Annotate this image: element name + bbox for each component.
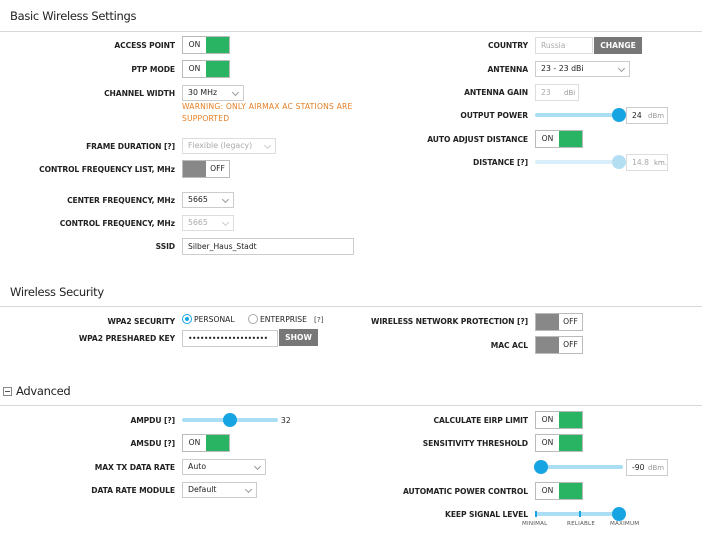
distance-slider-knob <box>612 155 626 169</box>
chevron-down-icon <box>263 141 272 150</box>
distance-unit: km. <box>654 159 668 167</box>
keep-signal-tick-label-minimal: MINIMAL <box>522 521 548 527</box>
personal-radio-label: PERSONAL <box>194 315 235 324</box>
keep-signal-tick-label-reliable: RELIABLE <box>567 521 596 527</box>
keep-signal-tick-reliable <box>579 511 581 517</box>
automatic-power-control-label: AUTOMATIC POWER CONTROL <box>403 487 528 496</box>
keep-signal-level-label: KEEP SIGNAL LEVEL <box>445 510 528 519</box>
control-frequency-select[interactable]: 5665 <box>182 215 234 231</box>
wpa2-security-label: WPA2 SECURITY <box>107 317 176 326</box>
output-power-slider-knob[interactable] <box>612 108 626 122</box>
show-psk-button[interactable]: SHOW <box>279 329 318 346</box>
country-input: Russia <box>535 37 593 54</box>
antenna-gain-unit: dBi <box>564 89 576 97</box>
max-tx-data-rate-label: MAX TX DATA RATE <box>94 463 175 472</box>
calculate-eirp-limit-label: CALCULATE EIRP LIMIT <box>433 416 529 425</box>
mac-acl-toggle[interactable]: OFF <box>535 336 583 354</box>
section-divider <box>0 306 702 307</box>
output-power-slider-track[interactable] <box>535 113 619 117</box>
output-power-label: OUTPUT POWER <box>460 111 528 120</box>
enterprise-radio[interactable] <box>248 314 258 324</box>
section-divider <box>0 405 702 406</box>
psk-input[interactable]: •••••••••••••••••••• <box>182 330 278 347</box>
country-label: COUNTRY <box>488 41 528 50</box>
section-divider <box>0 31 702 32</box>
ampdu-label: AMPDU [?] <box>130 416 175 425</box>
access-point-toggle[interactable]: ON <box>182 36 230 54</box>
distance-label: DISTANCE [?] <box>473 158 528 167</box>
frame-duration-select[interactable]: Flexible (legacy) <box>182 138 276 154</box>
antenna-label: ANTENNA <box>487 65 529 74</box>
channel-width-label: CHANNEL WIDTH <box>104 89 175 98</box>
personal-radio[interactable] <box>182 314 192 324</box>
chevron-down-icon <box>617 64 626 73</box>
center-frequency-select[interactable]: 5665 <box>182 192 234 208</box>
ptp-mode-label: PTP MODE <box>131 65 175 74</box>
sensitivity-threshold-toggle[interactable]: ON <box>535 434 583 452</box>
calculate-eirp-limit-toggle[interactable]: ON <box>535 411 583 429</box>
advanced-title[interactable]: Advanced <box>16 384 71 398</box>
enterprise-radio-label: ENTERPRISE <box>260 315 307 324</box>
keep-signal-tick-label-maximum: MAXIMUM <box>610 521 640 527</box>
change-country-button[interactable]: CHANGE <box>594 37 642 54</box>
control-frequency-list-toggle[interactable]: OFF <box>182 160 230 178</box>
ampdu-value: 32 <box>281 416 291 425</box>
sensitivity-threshold-label: SENSITIVITY THRESHOLD <box>422 439 528 448</box>
ssid-input[interactable]: Silber_Haus_Stadt <box>182 238 354 255</box>
chevron-down-icon <box>244 485 253 494</box>
basic-wireless-settings-title: Basic Wireless Settings <box>10 9 137 23</box>
center-frequency-label: CENTER FREQUENCY, MHz <box>67 196 175 205</box>
collapse-icon[interactable] <box>3 387 12 396</box>
auto-adjust-distance-toggle[interactable]: ON <box>535 130 583 148</box>
auto-adjust-distance-label: AUTO ADJUST DISTANCE <box>427 135 528 144</box>
sensitivity-slider-track[interactable] <box>541 465 623 469</box>
control-frequency-label: CONTROL FREQUENCY, MHz <box>59 219 175 228</box>
channel-width-select[interactable]: 30 MHz <box>182 85 244 101</box>
ssid-label: SSID <box>155 242 175 251</box>
channel-width-warning: WARNING: ONLY AIRMAX AC STATIONS ARE SUP… <box>182 102 353 123</box>
access-point-label: ACCESS POINT <box>114 41 175 50</box>
keep-signal-slider-track[interactable] <box>535 512 619 516</box>
control-frequency-list-label: CONTROL FREQUENCY LIST, MHz <box>39 165 175 174</box>
data-rate-module-select[interactable]: Default <box>182 482 257 498</box>
amsdu-toggle[interactable]: ON <box>182 434 230 452</box>
keep-signal-tick-minimal <box>535 511 537 517</box>
psk-label: WPA2 PRESHARED KEY <box>78 334 175 343</box>
amsdu-label: AMSDU [?] <box>130 439 176 448</box>
chevron-down-icon <box>221 218 230 227</box>
max-tx-data-rate-select[interactable]: Auto <box>182 459 266 475</box>
wireless-network-protection-label: WIRELESS NETWORK PROTECTION [?] <box>371 317 528 326</box>
ampdu-slider-knob[interactable] <box>223 413 237 427</box>
mac-acl-label: MAC ACL <box>490 341 528 350</box>
chevron-down-icon <box>253 462 262 471</box>
wireless-network-protection-toggle[interactable]: OFF <box>535 313 583 331</box>
ptp-mode-toggle[interactable]: ON <box>182 60 230 78</box>
keep-signal-slider-knob[interactable] <box>612 507 626 521</box>
antenna-select[interactable]: 23 - 23 dBi <box>535 61 630 77</box>
automatic-power-control-toggle[interactable]: ON <box>535 482 583 500</box>
output-power-unit: dBm <box>648 112 665 120</box>
data-rate-module-label: DATA RATE MODULE <box>91 486 175 495</box>
sensitivity-slider-knob[interactable] <box>534 460 548 474</box>
wireless-security-title: Wireless Security <box>10 285 104 299</box>
sensitivity-unit: dBm <box>648 464 665 472</box>
chevron-down-icon <box>231 88 240 97</box>
antenna-gain-label: ANTENNA GAIN <box>464 88 528 97</box>
wpa2-help-link[interactable]: [?] <box>314 315 324 324</box>
frame-duration-label: FRAME DURATION [?] <box>86 142 175 151</box>
distance-slider-track <box>535 160 619 164</box>
chevron-down-icon <box>221 195 230 204</box>
